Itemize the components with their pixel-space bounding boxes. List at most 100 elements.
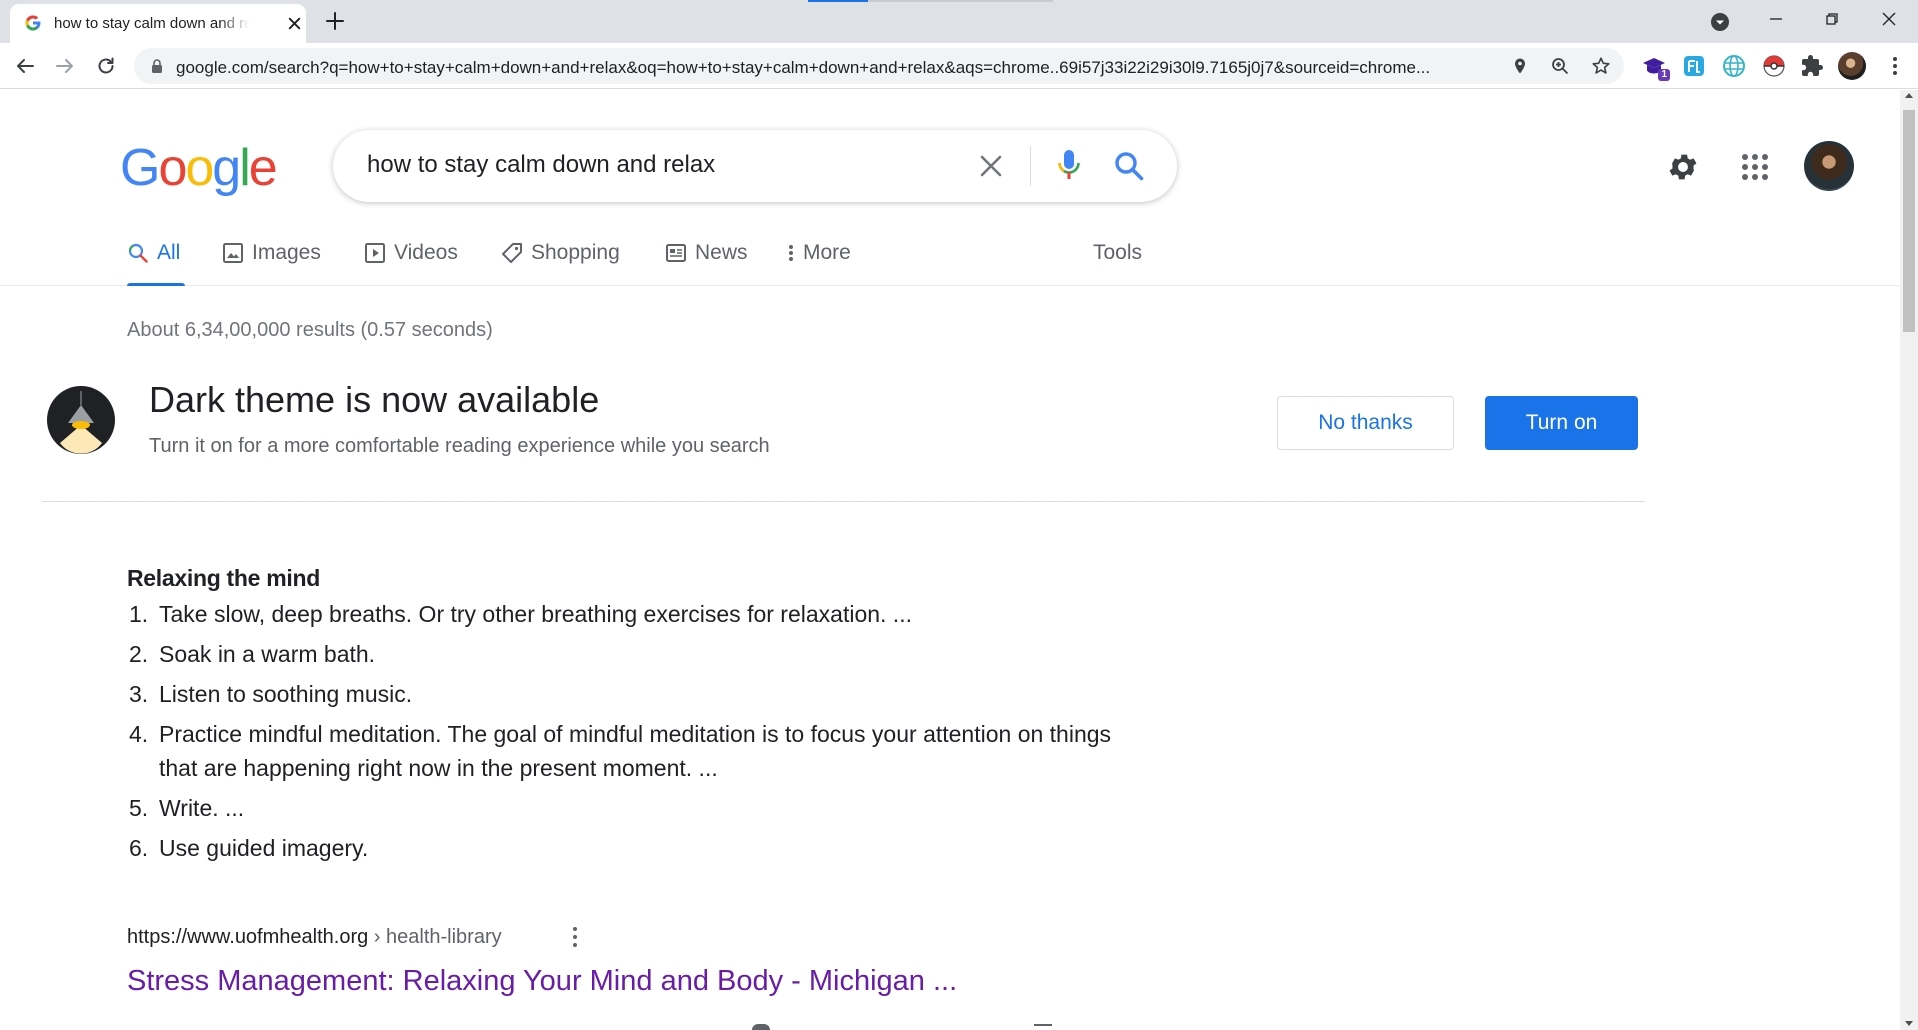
back-arrow-icon[interactable] — [14, 55, 36, 77]
list-number: 2. — [129, 641, 149, 667]
minimize-icon[interactable] — [1766, 9, 1786, 29]
scroll-up-arrow-icon[interactable] — [1905, 93, 1913, 98]
chrome-profile-avatar[interactable] — [1838, 52, 1866, 80]
scroll-down-arrow-icon[interactable] — [1905, 1021, 1913, 1026]
fl-extension-icon[interactable] — [1682, 54, 1706, 78]
list-number: 1. — [129, 601, 149, 627]
turn-on-button[interactable]: Turn on — [1485, 396, 1638, 450]
search-box-divider — [1030, 146, 1031, 186]
new-tab-icon[interactable] — [324, 10, 346, 32]
tab-search-icon[interactable] — [1709, 11, 1731, 33]
microphone-icon[interactable] — [1055, 148, 1083, 182]
tab-label: Shopping — [531, 241, 620, 264]
logo-letter: e — [248, 139, 278, 197]
newspaper-icon — [666, 244, 686, 262]
tools-button[interactable]: Tools — [1093, 240, 1142, 286]
list-text: Practice mindful meditation. The goal of… — [159, 721, 1112, 781]
list-number: 6. — [129, 835, 149, 861]
list-number: 4. — [129, 721, 149, 747]
promo-title: Dark theme is now available — [149, 379, 600, 420]
search-icon[interactable] — [1113, 150, 1145, 182]
tab-news[interactable]: News — [665, 240, 748, 286]
logo-letter: o — [158, 139, 187, 197]
search-tabs: All Images Videos Shopping News More Too… — [0, 240, 1900, 286]
divider — [42, 501, 1645, 502]
location-pin-icon[interactable] — [1511, 57, 1529, 75]
no-thanks-button[interactable]: No thanks — [1277, 396, 1454, 450]
tools-label: Tools — [1093, 241, 1143, 264]
result-stats: About 6,34,00,000 results (0.57 seconds) — [127, 319, 493, 341]
list-number: 5. — [129, 795, 149, 821]
apps-grid-icon[interactable] — [1740, 152, 1770, 182]
video-icon — [365, 243, 385, 263]
citation-path: › health-library — [368, 926, 502, 948]
url-text[interactable]: google.com/search?q=how+to+stay+calm+dow… — [176, 58, 1506, 78]
result-citation[interactable]: https://www.uofmhealth.org › health-libr… — [127, 926, 502, 949]
list-item: 5. Write. ... — [127, 791, 1117, 825]
list-number: 3. — [129, 681, 149, 707]
zoom-icon[interactable] — [1551, 57, 1569, 75]
browser-tab[interactable]: how to stay calm down and relax — [10, 4, 306, 43]
globe-extension-icon[interactable] — [1722, 54, 1746, 78]
more-vertical-icon — [789, 245, 793, 261]
tag-icon — [502, 243, 522, 263]
account-avatar[interactable] — [1804, 141, 1854, 191]
tab-all[interactable]: All — [127, 240, 185, 286]
tab-title: how to stay calm down and relax — [54, 15, 249, 32]
page-scrollbar[interactable] — [1900, 90, 1918, 1030]
window-close-icon[interactable] — [1879, 9, 1899, 29]
reload-icon[interactable] — [95, 55, 117, 77]
tab-label: News — [695, 241, 748, 264]
extension-badge: 1 — [1658, 69, 1670, 81]
forward-arrow-icon[interactable] — [54, 55, 76, 77]
scrollbar-thumb[interactable] — [1903, 110, 1915, 332]
lock-icon[interactable] — [149, 58, 165, 74]
logo-letter: G — [120, 139, 160, 197]
browser-tab-strip: how to stay calm down and relax — [0, 0, 1918, 43]
logo-letter: l — [239, 139, 250, 197]
tab-images[interactable]: Images — [222, 240, 321, 286]
logo-letter: o — [185, 139, 214, 197]
tab-shopping[interactable]: Shopping — [501, 240, 620, 286]
tab-label: Videos — [394, 241, 458, 264]
feedback-icon[interactable] — [752, 1024, 770, 1030]
maximize-icon[interactable] — [1822, 9, 1842, 29]
tab-label: Images — [252, 241, 321, 264]
list-text: Soak in a warm bath. — [159, 641, 376, 667]
tab-label: More — [803, 241, 851, 264]
list-text: Listen to soothing music. — [159, 681, 413, 707]
tab-close-icon[interactable] — [286, 15, 303, 32]
result-title-link[interactable]: Stress Management: Relaxing Your Mind an… — [127, 965, 957, 998]
list-text: Write. ... — [159, 795, 245, 821]
list-text: Use guided imagery. — [159, 835, 369, 861]
dark-theme-lamp-icon — [47, 386, 115, 454]
feedback-icon[interactable] — [1034, 1024, 1052, 1026]
list-item: 2. Soak in a warm bath. — [127, 637, 1117, 671]
list-item: 4. Practice mindful meditation. The goal … — [127, 717, 1117, 785]
loading-indicator — [808, 0, 868, 2]
browser-toolbar: google.com/search?q=how+to+stay+calm+dow… — [0, 43, 1918, 89]
search-results-page: Google how to stay calm down and relax A… — [0, 90, 1900, 1030]
snippet-list: 1. Take slow, deep breaths. Or try other … — [127, 597, 1117, 871]
pokeball-extension-icon[interactable] — [1762, 54, 1786, 78]
search-input[interactable]: how to stay calm down and relax — [367, 151, 715, 179]
graduation-cap-extension-icon[interactable]: 1 — [1642, 54, 1670, 81]
gear-icon[interactable] — [1666, 150, 1700, 184]
search-box[interactable]: how to stay calm down and relax — [333, 130, 1177, 202]
tab-more[interactable]: More — [785, 240, 851, 286]
tab-videos[interactable]: Videos — [364, 240, 458, 286]
loading-indicator-track — [868, 0, 1053, 2]
search-icon — [128, 243, 148, 263]
puzzle-extensions-icon[interactable] — [1800, 54, 1824, 78]
google-logo[interactable]: Google — [120, 139, 278, 197]
result-options-icon[interactable] — [568, 924, 582, 950]
clear-search-icon[interactable] — [977, 152, 1005, 180]
promo-subtitle: Turn it on for a more comfortable readin… — [149, 435, 770, 457]
address-bar[interactable]: google.com/search?q=how+to+stay+calm+dow… — [134, 48, 1624, 84]
list-text: Take slow, deep breaths. Or try other br… — [159, 601, 912, 627]
kebab-menu-icon[interactable] — [1886, 55, 1904, 77]
logo-letter: g — [212, 139, 241, 197]
bookmark-star-icon[interactable] — [1591, 56, 1611, 76]
citation-domain: https://www.uofmhealth.org — [127, 926, 369, 948]
tab-label: All — [157, 241, 181, 264]
